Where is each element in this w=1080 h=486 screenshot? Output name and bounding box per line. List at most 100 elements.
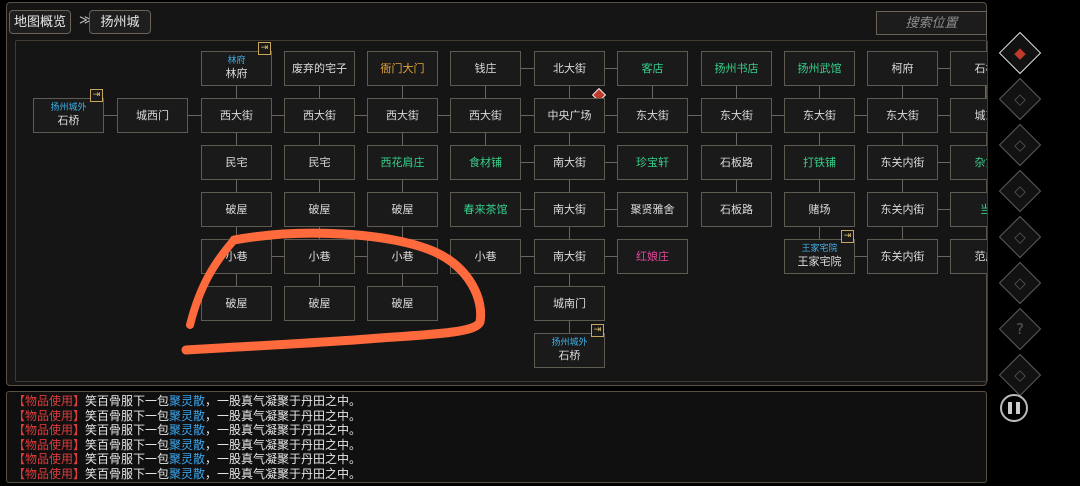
log-item: 聚灵散 — [169, 452, 206, 466]
location-label: 东大街 — [636, 108, 669, 122]
log-line: 【物品使用】笑百骨服下一包聚灵散，一股真气凝聚于丹田之中。 — [7, 438, 986, 453]
map-location[interactable]: 珍宝轩 — [617, 145, 688, 180]
map-location[interactable]: 范府 — [950, 239, 987, 274]
location-label: 春来茶馆 — [463, 202, 508, 216]
map-location[interactable]: 废弃的宅子 — [284, 51, 355, 86]
breadcrumb-overview[interactable]: 地图概览 — [9, 10, 71, 34]
map-location[interactable]: 东关内街 — [867, 192, 938, 227]
map-location[interactable]: 王家宅院 王家宅院 — [784, 239, 855, 274]
map-location[interactable]: 西大街 — [201, 98, 272, 133]
settings-icon[interactable]: ◇ — [998, 353, 1042, 397]
map-location[interactable]: 扬州城外 石桥 — [33, 98, 104, 133]
map-location[interactable]: 杂货 — [950, 145, 987, 180]
map-location[interactable]: 东关内街 — [867, 239, 938, 274]
map-location[interactable]: 客店 — [617, 51, 688, 86]
map-location[interactable]: 石板路 — [701, 145, 772, 180]
log-post: ，一股真气凝聚于丹田之中。 — [205, 466, 362, 481]
location-label: 民宅 — [225, 155, 248, 169]
map-location[interactable]: 扬州武馆 — [784, 51, 855, 86]
location-label: 东大街 — [886, 108, 919, 122]
pause-button[interactable] — [1000, 394, 1028, 422]
map-location[interactable]: 小巷 — [367, 239, 438, 274]
map-location[interactable]: 西大街 — [367, 98, 438, 133]
map-location[interactable]: 食材铺 — [450, 145, 521, 180]
location-label: 当 — [980, 203, 987, 217]
location-label: 城西门 — [136, 108, 169, 122]
map-location[interactable]: 城南门 — [534, 286, 605, 321]
log-post: ，一股真气凝聚于丹田之中。 — [205, 437, 362, 452]
skills-icon[interactable]: ◇ — [998, 215, 1042, 259]
map-location[interactable]: 南大街 — [534, 145, 605, 180]
map-location[interactable]: 小巷 — [450, 239, 521, 274]
map-location[interactable]: 聚贤雅舍 — [617, 192, 688, 227]
map-location[interactable]: 东关内街 — [867, 145, 938, 180]
map-location[interactable]: 城东 — [950, 98, 987, 133]
location-label: 西大街 — [220, 108, 253, 122]
map-location[interactable]: 春来茶馆 — [450, 192, 521, 227]
exit-icon[interactable]: ⇥ — [841, 230, 854, 243]
map-icon[interactable]: ◆ — [998, 31, 1042, 75]
log-post: ，一股真气凝聚于丹田之中。 — [205, 394, 362, 408]
map-location[interactable]: 红娘庄 — [617, 239, 688, 274]
location-label: 南大街 — [553, 202, 586, 216]
map-location[interactable]: 东大街 — [867, 98, 938, 133]
map-location[interactable]: 民宅 — [201, 145, 272, 180]
message-log: 【物品使用】笑百骨服下一包聚灵散，一股真气凝聚于丹田之中。 【物品使用】笑百骨服下… — [6, 391, 987, 483]
location-label: 赌场 — [808, 202, 831, 216]
map-location[interactable]: 破屋 — [284, 286, 355, 321]
exit-icon[interactable]: ⇥ — [591, 324, 604, 337]
inventory-icon[interactable]: ◇ — [998, 123, 1042, 167]
log-pre: 笑百骨服下一包 — [85, 394, 170, 408]
help-icon[interactable]: ? — [998, 307, 1042, 351]
map-location[interactable]: 小巷 — [201, 239, 272, 274]
map-location[interactable]: 西大街 — [450, 98, 521, 133]
map-location[interactable]: 西大街 — [284, 98, 355, 133]
log-tag: 【物品使用】 — [13, 452, 86, 466]
location-label: 民宅 — [308, 155, 331, 169]
location-label: 废弃的宅子 — [292, 61, 347, 75]
map-location[interactable]: 扬州城外 石桥 — [534, 333, 605, 368]
map-location[interactable]: 南大街 — [534, 239, 605, 274]
map-location[interactable]: 北大街 — [534, 51, 605, 86]
map-location[interactable]: 东大街 — [701, 98, 772, 133]
map-location[interactable]: 扬州书店 — [701, 51, 772, 86]
log-pre: 笑百骨服下一包 — [85, 423, 170, 437]
map-location[interactable]: 破屋 — [284, 192, 355, 227]
log-tag: 【物品使用】 — [13, 437, 86, 452]
breadcrumb-current[interactable]: 扬州城 — [89, 10, 151, 34]
location-label: 东关内街 — [880, 202, 925, 216]
exit-icon[interactable]: ⇥ — [90, 89, 103, 102]
location-label: 红娘庄 — [636, 249, 669, 263]
map-location[interactable]: 石板路 — [701, 192, 772, 227]
map-location[interactable]: 西花肩庄 — [367, 145, 438, 180]
log-post: ，一股真气凝聚于丹田之中。 — [205, 452, 362, 466]
map-location[interactable]: 钱庄 — [450, 51, 521, 86]
log-pre: 笑百骨服下一包 — [85, 437, 170, 452]
map-location[interactable]: 东大街 — [617, 98, 688, 133]
map-location[interactable]: 柯府 — [867, 51, 938, 86]
map-location[interactable]: 打铁铺 — [784, 145, 855, 180]
map-location[interactable]: 破屋 — [201, 286, 272, 321]
map-location[interactable]: 东大街 — [784, 98, 855, 133]
log-tag: 【物品使用】 — [13, 423, 86, 437]
map-location[interactable]: 赌场 — [784, 192, 855, 227]
map-location[interactable]: 小巷 — [284, 239, 355, 274]
map-location[interactable]: 民宅 — [284, 145, 355, 180]
travel-icon[interactable]: ◇ — [998, 261, 1042, 305]
map-location[interactable]: 林府 林府 — [201, 51, 272, 86]
craft-icon[interactable]: ◇ — [998, 169, 1042, 213]
pause-bar-icon — [1008, 402, 1012, 414]
location-label: 衙门大门 — [380, 61, 425, 75]
map-location[interactable]: 南大街 — [534, 192, 605, 227]
map-location[interactable]: 破屋 — [367, 192, 438, 227]
search-location-input[interactable]: 搜索位置 — [876, 11, 987, 35]
exit-icon[interactable]: ⇥ — [258, 42, 271, 55]
map-location[interactable]: 城西门 — [117, 98, 188, 133]
map-location[interactable]: 当 — [950, 192, 987, 227]
map-location[interactable]: 衙门大门 — [367, 51, 438, 86]
map-location[interactable]: 石板 — [950, 51, 987, 86]
map-location[interactable]: 破屋 — [367, 286, 438, 321]
map-location[interactable]: 破屋 — [201, 192, 272, 227]
map-location[interactable]: 中央广场 — [534, 98, 605, 133]
martial-arts-icon[interactable]: ◇ — [998, 77, 1042, 121]
